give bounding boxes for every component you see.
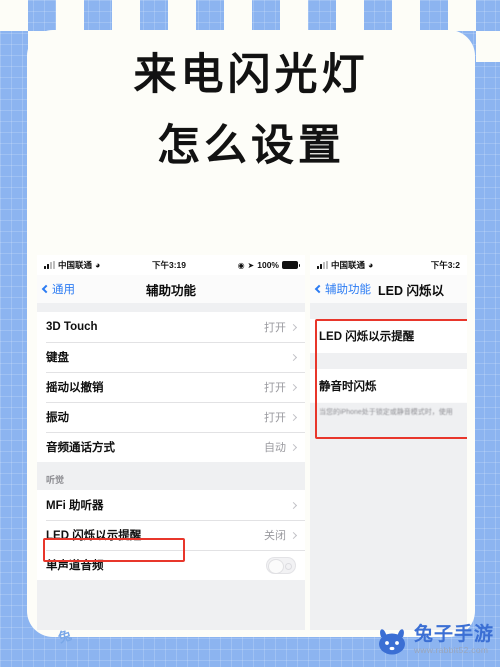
page-title: 来电闪光灯 怎么设置 [27, 54, 475, 168]
table-row-led-flash-alert[interactable]: LED 闪烁以示提醒 关闭 [37, 520, 305, 550]
list-spacer [37, 303, 305, 312]
row-value: 关闭 [264, 530, 286, 542]
row-value: 打开 [264, 322, 286, 334]
footnote-text: 当您的iPhone处于锁定或静音模式时，使用 [310, 403, 467, 418]
settings-group-2: 静音时闪烁 [310, 369, 467, 403]
list-spacer [310, 353, 467, 369]
status-bar-left: 中国联通 ◕ 下午3:19 ◉ ➤ 100% [37, 255, 305, 275]
nav-bar-right: 辅助功能 LED 闪烁以 [310, 275, 467, 303]
chevron-right-icon [289, 383, 298, 391]
row-value: 打开 [264, 382, 286, 394]
row-label: LED 闪烁以示提醒 [319, 331, 415, 343]
battery-full-icon [282, 261, 300, 269]
alarm-icon: ◉ [237, 260, 245, 270]
row-label: LED 闪烁以示提醒 [46, 530, 142, 542]
watermark-url: www.rabbit52.com [413, 645, 489, 656]
nav-title-right: LED 闪烁以 [378, 283, 444, 298]
chevron-right-icon [289, 443, 298, 451]
battery-percent-label: 100% [257, 260, 279, 270]
table-row[interactable]: 3D Touch 打开 [37, 312, 305, 342]
carrier-label: 中国联通 [58, 260, 93, 270]
rabbit-logo-icon [375, 625, 409, 655]
status-time: 下午3:2 [430, 260, 460, 270]
nav-bar-left: 通用 辅助功能 [37, 275, 305, 303]
back-button-right[interactable]: 辅助功能 [314, 281, 371, 297]
settings-group-2: MFi 助听器 LED 闪烁以示提醒 关闭 单声道音频 [37, 490, 305, 580]
site-watermark: 兔子手游 www.rabbit52.com [375, 625, 494, 655]
table-row[interactable]: 振动 打开 [37, 402, 305, 432]
screenshot-pair: 中国联通 ◕ 下午3:19 ◉ ➤ 100% 通用 辅助功能 3D Touch … [37, 255, 467, 630]
row-label: 单声道音频 [46, 560, 104, 572]
mono-audio-toggle[interactable] [266, 556, 296, 574]
nav-title-left: 辅助功能 [145, 283, 196, 298]
settings-group-1: LED 闪烁以示提醒 [310, 319, 467, 353]
title-line-2: 怎么设置 [157, 121, 345, 171]
row-label: 音频通话方式 [46, 442, 115, 454]
table-row[interactable]: 单声道音频 [37, 550, 305, 580]
signal-bars-icon [317, 261, 328, 269]
row-value: 打开 [264, 412, 286, 424]
settings-list-left: 3D Touch 打开 键盘 摇动以撤销 打开 振动 打开 音频通话方式 自动 … [37, 303, 305, 630]
title-line-1: 来电闪光灯 [133, 50, 369, 100]
row-label: 3D Touch [46, 321, 98, 333]
table-row-flash-on-silent[interactable]: 静音时闪烁 [310, 369, 467, 403]
table-row[interactable]: MFi 助听器 [37, 490, 305, 520]
chevron-right-icon [289, 353, 298, 361]
signal-bars-icon [44, 261, 55, 269]
row-label: 振动 [46, 412, 69, 424]
status-time: 下午3:19 [152, 260, 187, 270]
settings-group-1: 3D Touch 打开 键盘 摇动以撤销 打开 振动 打开 音频通话方式 自动 [37, 312, 305, 462]
row-label: 静音时闪烁 [319, 381, 377, 393]
row-value: 自动 [264, 442, 286, 454]
location-arrow-icon: ➤ [247, 260, 255, 270]
table-row[interactable]: 键盘 [37, 342, 305, 372]
status-bar-right: 中国联通 ◕ 下午3:2 [310, 255, 467, 275]
list-spacer [310, 303, 467, 319]
chevron-right-icon [289, 413, 298, 421]
chevron-right-icon [289, 323, 298, 331]
settings-list-right: LED 闪烁以示提醒 静音时闪烁 当您的iPhone处于锁定或静音模式时，使用 [310, 303, 467, 630]
phone-screenshot-right: 中国联通 ◕ 下午3:2 辅助功能 LED 闪烁以 LED 闪烁以示提醒 静音时… [310, 255, 467, 630]
row-label: MFi 助听器 [46, 500, 104, 512]
row-label: 摇动以撤销 [46, 382, 104, 394]
back-button-left[interactable]: 通用 [41, 281, 75, 297]
row-label: 键盘 [46, 352, 69, 364]
chevron-right-icon [289, 501, 298, 509]
back-button-label: 通用 [52, 284, 75, 296]
chevron-right-icon [289, 531, 298, 539]
carrier-label: 中国联通 [331, 260, 366, 270]
table-row[interactable]: 音频通话方式 自动 [37, 432, 305, 462]
section-header-hearing: 听觉 [37, 462, 305, 490]
chevron-left-icon [314, 284, 324, 294]
table-row-led-flash-alert[interactable]: LED 闪烁以示提醒 [310, 319, 467, 353]
phone-screenshot-left: 中国联通 ◕ 下午3:19 ◉ ➤ 100% 通用 辅助功能 3D Touch … [37, 255, 305, 630]
content-card: 来电闪光灯 怎么设置 中国联通 ◕ 下午3:19 ◉ ➤ 100% 通用 辅助功… [27, 30, 475, 637]
chevron-left-icon [41, 284, 51, 294]
table-row[interactable]: 摇动以撤销 打开 [37, 372, 305, 402]
watermark-brand: 兔子手游 [413, 623, 494, 646]
back-button-label: 辅助功能 [325, 284, 371, 296]
